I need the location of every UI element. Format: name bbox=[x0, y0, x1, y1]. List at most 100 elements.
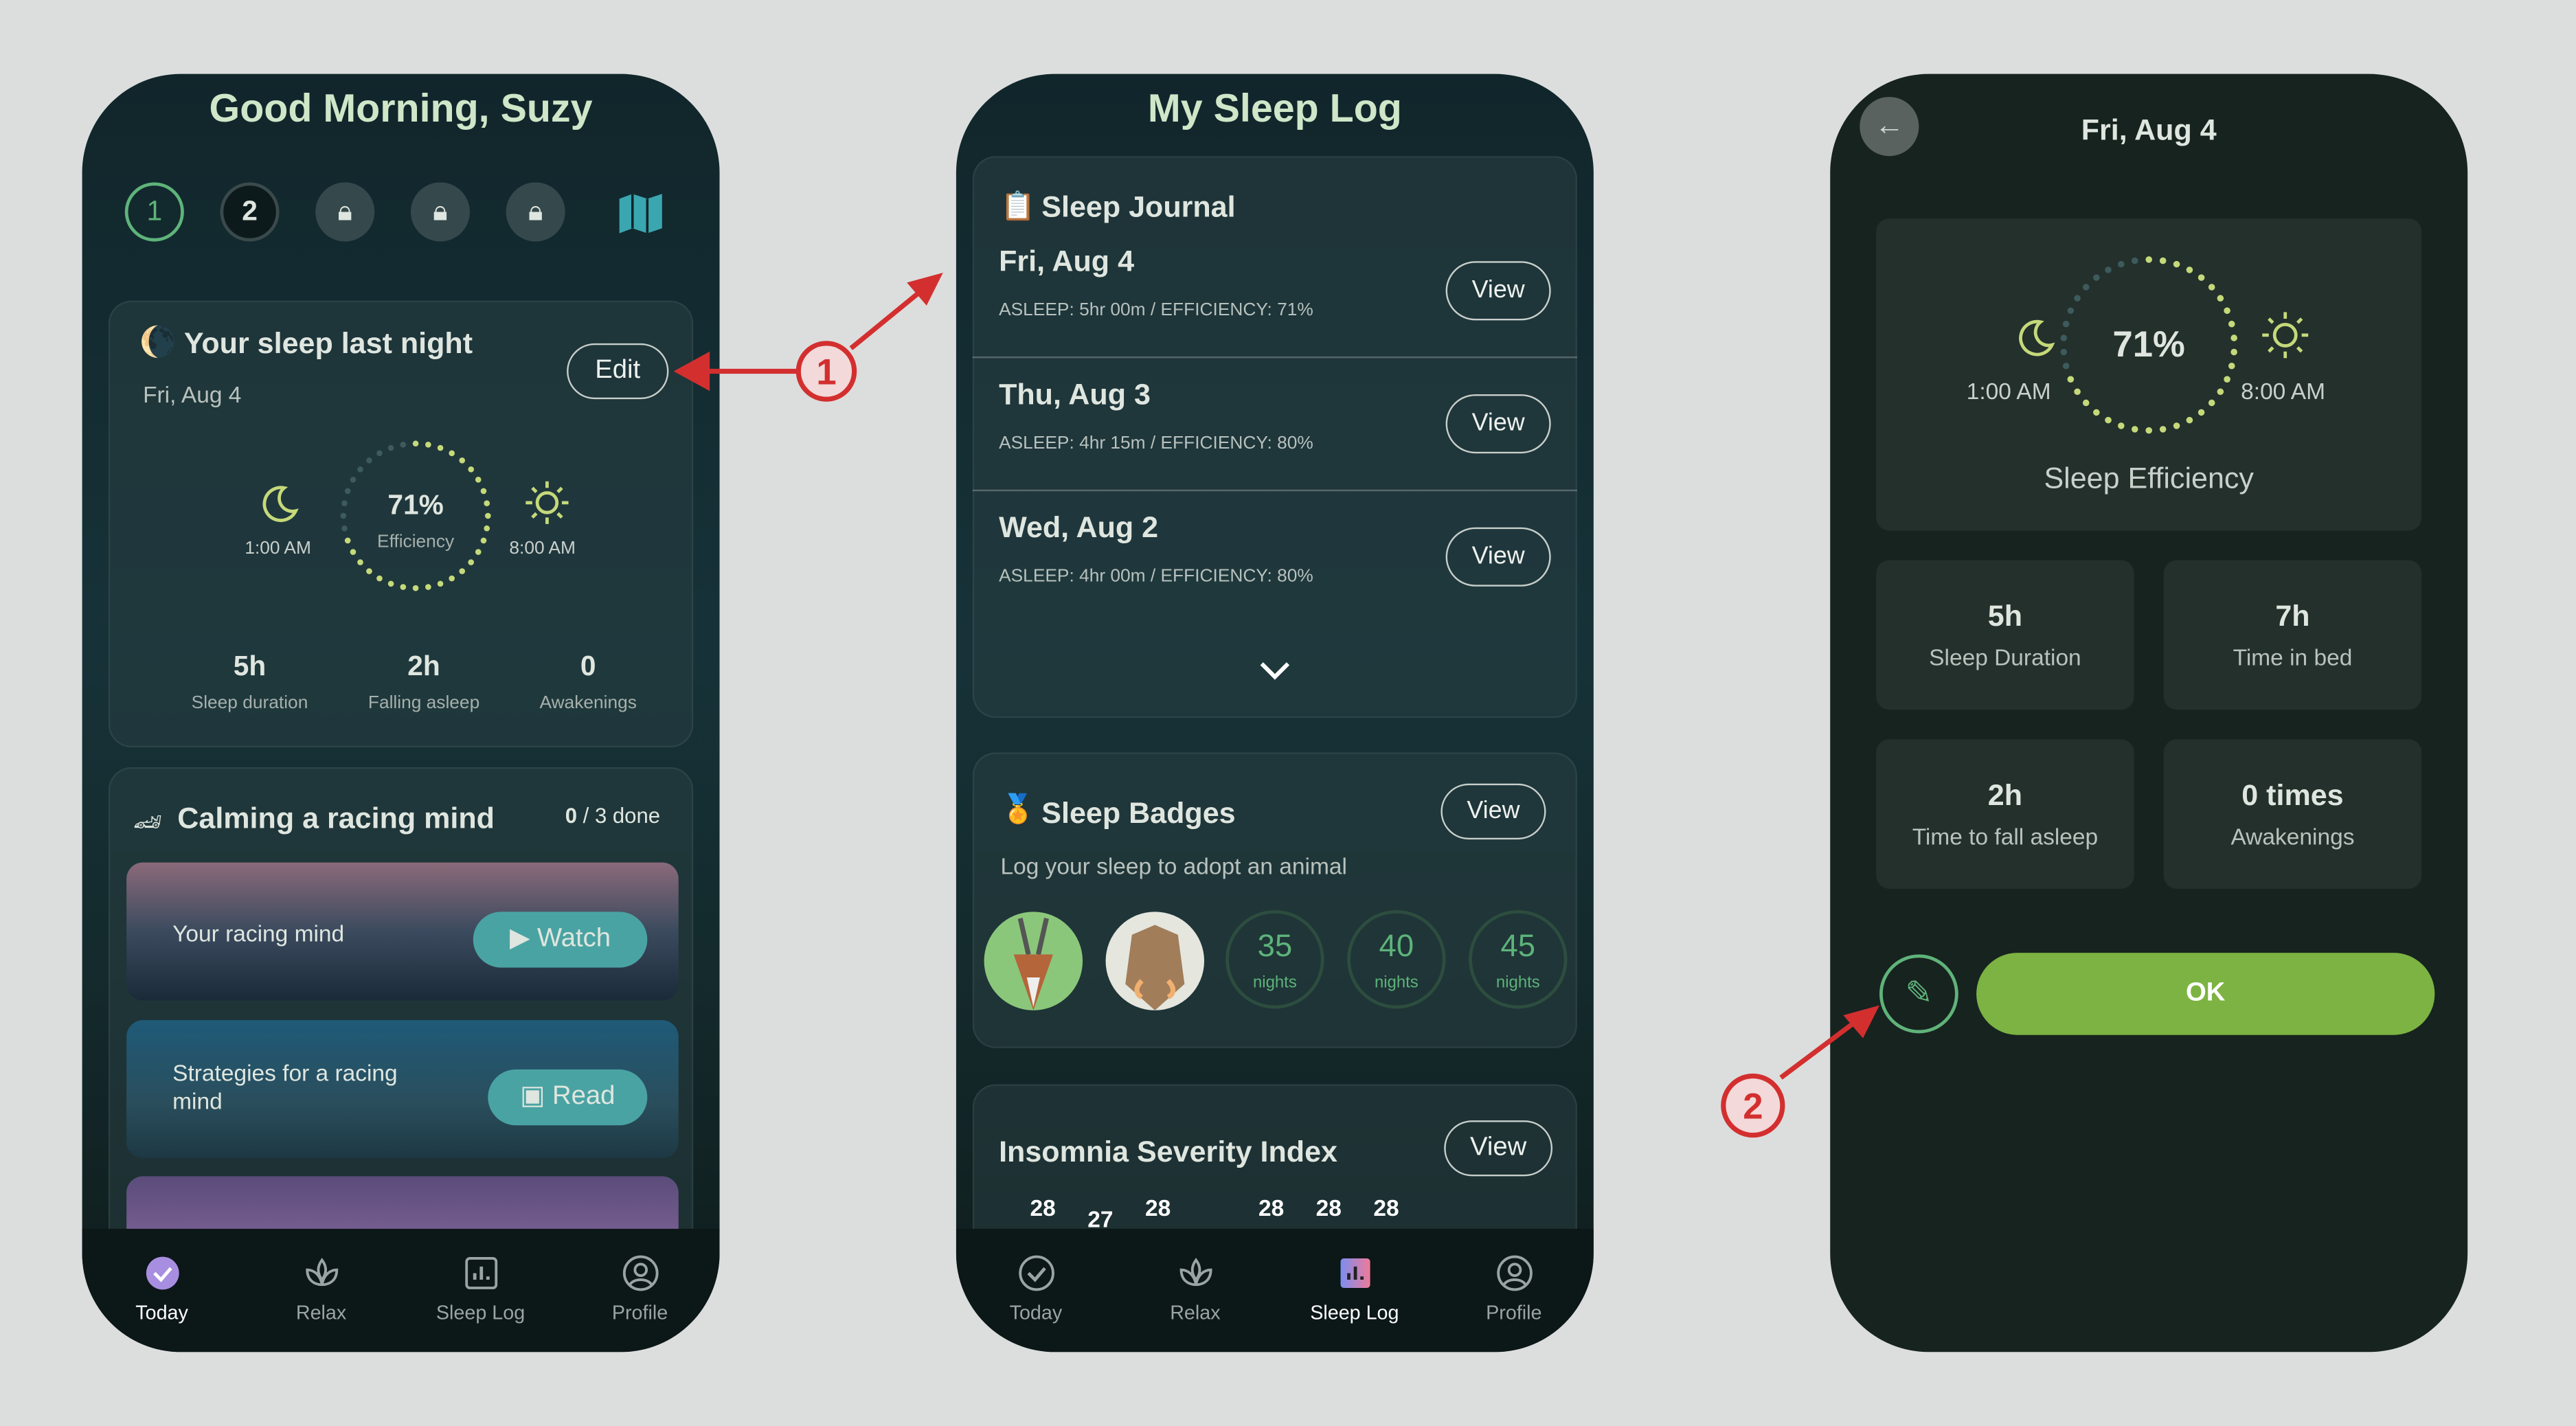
edit-button[interactable]: ✎ bbox=[1879, 954, 1958, 1034]
efficiency-dot bbox=[2217, 388, 2224, 396]
read-button[interactable]: ▣ Read bbox=[488, 1069, 648, 1126]
efficiency-value: 71% bbox=[387, 489, 444, 521]
check-circle-icon bbox=[145, 1256, 179, 1290]
play-icon: ▶︎ bbox=[509, 925, 538, 953]
nav-sleep-log[interactable]: Sleep Log bbox=[1275, 1229, 1434, 1352]
chevron-down-icon[interactable] bbox=[1258, 659, 1291, 681]
profile-icon bbox=[622, 1255, 658, 1291]
lock-icon: 🔒︎ bbox=[315, 182, 375, 242]
nav-profile[interactable]: Profile bbox=[561, 1229, 720, 1352]
medal-icon: 🏅 bbox=[1000, 793, 1036, 825]
nav-profile[interactable]: Profile bbox=[1434, 1229, 1594, 1352]
entry-view-button[interactable]: View bbox=[1445, 394, 1551, 454]
stat-falling-asleep: 2h Falling asleep bbox=[368, 650, 480, 713]
gazelle-badge[interactable] bbox=[984, 912, 1083, 1010]
racecar-icon: 🏎︎ bbox=[133, 808, 163, 835]
efficiency-dot bbox=[366, 457, 372, 464]
clipboard-icon: 📋 bbox=[1000, 190, 1036, 222]
efficiency-label: Sleep Efficiency bbox=[2044, 462, 2254, 495]
efficiency-dot bbox=[2093, 409, 2100, 416]
efficiency-dot bbox=[2173, 260, 2180, 268]
course-item-video[interactable]: Your racing mind ▶︎ Watch bbox=[126, 862, 679, 1001]
nav-relax[interactable]: Relax bbox=[242, 1229, 401, 1352]
efficiency-dot bbox=[387, 580, 394, 587]
page-title: My Sleep Log bbox=[1147, 87, 1402, 132]
efficiency-dot bbox=[2082, 399, 2090, 407]
efficiency-dot bbox=[2131, 257, 2138, 264]
entry-view-button[interactable]: View bbox=[1445, 261, 1551, 321]
annotation-2: 2 bbox=[1743, 1087, 1763, 1127]
nav-today[interactable]: Today bbox=[82, 1229, 242, 1352]
stat-sleep-duration: 5h Sleep duration bbox=[191, 650, 308, 713]
efficiency-value: 71% bbox=[2112, 324, 2185, 365]
efficiency-dot bbox=[2074, 295, 2081, 302]
tile-awakenings: 0 times Awakenings bbox=[2163, 739, 2422, 889]
efficiency-dot bbox=[459, 457, 466, 464]
today-screen: Good Morning, Suzy 1 2 🔒︎ 🔒︎ 🔒︎ 🌘 Your s… bbox=[82, 73, 720, 1353]
course-item-article[interactable]: Strategies for a racing mind ▣ Read bbox=[126, 1020, 679, 1159]
nav-sleep-log[interactable]: Sleep Log bbox=[401, 1229, 561, 1352]
moon-icon bbox=[2019, 319, 2055, 356]
course-progress: 0 / 3 done bbox=[565, 803, 661, 828]
efficiency-dot bbox=[2224, 307, 2230, 315]
map-icon[interactable] bbox=[618, 192, 664, 235]
bottom-nav: Today Relax Sleep Log Profile bbox=[82, 1228, 720, 1353]
isi-value: 28 bbox=[1030, 1194, 1056, 1221]
wake-time: 8:00 AM bbox=[509, 539, 576, 559]
efficiency-dot bbox=[2186, 416, 2193, 424]
ok-button[interactable]: OK bbox=[1976, 953, 2435, 1035]
efficiency-dot bbox=[357, 559, 363, 565]
efficiency-dot bbox=[468, 466, 474, 473]
moon-icon: 🌘 bbox=[139, 325, 177, 359]
warthog-badge[interactable] bbox=[1105, 912, 1205, 1010]
efficiency-dot bbox=[2093, 274, 2100, 281]
watch-button[interactable]: ▶︎ Watch bbox=[473, 912, 648, 968]
efficiency-dot bbox=[376, 450, 383, 457]
step-2[interactable]: 2 bbox=[220, 182, 280, 242]
efficiency-dot bbox=[2067, 307, 2075, 315]
card-date: Fri, Aug 4 bbox=[143, 381, 242, 408]
efficiency-dot bbox=[2208, 399, 2215, 407]
nav-today[interactable]: Today bbox=[956, 1229, 1116, 1352]
wake-time: 8:00 AM bbox=[2241, 378, 2326, 405]
course-title: Calming a racing mind bbox=[177, 802, 495, 835]
efficiency-dot bbox=[2067, 376, 2075, 383]
sun-icon bbox=[526, 481, 569, 524]
efficiency-dot bbox=[2082, 284, 2090, 291]
badge-locked: 45 nights bbox=[1469, 909, 1568, 1009]
journal-entry: Thu, Aug 3 ASLEEP: 4hr 15m / EFFICIENCY: … bbox=[972, 358, 1577, 492]
efficiency-dot bbox=[2118, 260, 2125, 268]
isi-view-button[interactable]: View bbox=[1444, 1120, 1553, 1177]
efficiency-dot bbox=[459, 568, 466, 574]
efficiency-dot bbox=[484, 525, 490, 532]
efficiency-dot bbox=[437, 580, 444, 587]
isi-value: 28 bbox=[1373, 1194, 1399, 1221]
course-item-title: Strategies for a racing mind bbox=[172, 1059, 398, 1114]
step-1[interactable]: 1 bbox=[124, 182, 184, 242]
sleep-last-night-card: 🌘 Your sleep last night Fri, Aug 4 Edit … bbox=[108, 300, 694, 748]
efficiency-dot bbox=[2145, 427, 2152, 434]
badges-view-button[interactable]: View bbox=[1440, 783, 1546, 840]
tile-time-in-bed: 7h Time in bed bbox=[2163, 560, 2422, 710]
greeting: Good Morning, Suzy bbox=[209, 87, 593, 132]
efficiency-dot bbox=[387, 444, 394, 451]
efficiency-dot bbox=[2105, 416, 2112, 424]
entry-view-button[interactable]: View bbox=[1445, 527, 1551, 587]
entry-date: Thu, Aug 3 bbox=[999, 378, 1151, 411]
edit-button[interactable]: Edit bbox=[567, 343, 669, 400]
course-item-title: Your racing mind bbox=[172, 920, 345, 947]
efficiency-dot bbox=[2074, 388, 2081, 396]
isi-value: 28 bbox=[1315, 1194, 1342, 1221]
efficiency-dot bbox=[357, 466, 363, 473]
card-title: Your sleep last night bbox=[183, 326, 473, 360]
efficiency-dot bbox=[475, 477, 482, 483]
efficiency-dot bbox=[2224, 376, 2230, 383]
entry-summary: ASLEEP: 5hr 00m / EFFICIENCY: 71% bbox=[999, 300, 1313, 321]
entry-date: Fri, Aug 4 bbox=[999, 245, 1135, 278]
sleep-log-screen: My Sleep Log 📋 Sleep Journal Fri, Aug 4 A… bbox=[956, 73, 1594, 1353]
check-circle-icon bbox=[1018, 1255, 1054, 1291]
entry-summary: ASLEEP: 4hr 15m / EFFICIENCY: 80% bbox=[999, 433, 1313, 454]
efficiency-dot bbox=[425, 584, 431, 590]
journal-entry: Wed, Aug 2 ASLEEP: 4hr 00m / EFFICIENCY: … bbox=[973, 491, 1577, 624]
nav-relax[interactable]: Relax bbox=[1116, 1229, 1275, 1352]
